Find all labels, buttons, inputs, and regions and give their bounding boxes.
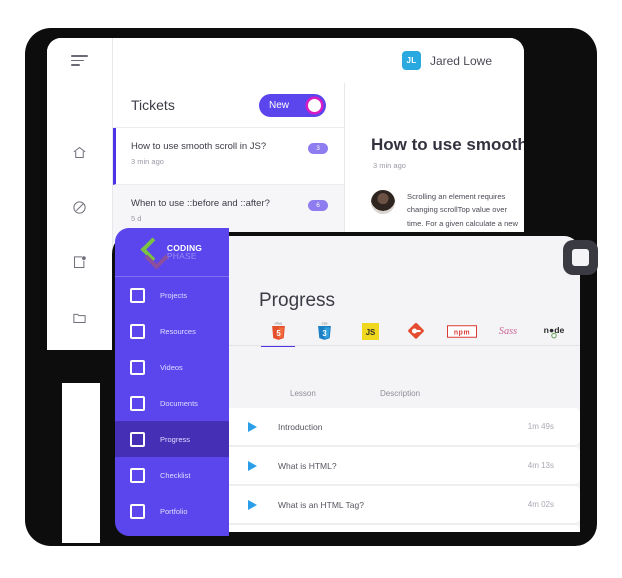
sidebar-item-label: Portfolio [160, 506, 188, 516]
svg-text:5: 5 [276, 329, 281, 338]
sidebar-item-notifications[interactable] [47, 235, 112, 290]
article-time: 3 min ago [373, 161, 406, 170]
lesson-description: What is HTML? [278, 460, 337, 471]
nodejs-icon: n●de [544, 325, 564, 339]
tab-javascript[interactable]: JS [347, 318, 393, 344]
lesson-description: What is an HTML Tag? [278, 499, 364, 510]
home-button-icon [572, 249, 589, 266]
html5-icon: HTML 5 [271, 322, 285, 340]
svg-text:HTML: HTML [274, 322, 282, 326]
progress-title: Progress [259, 290, 336, 311]
ticket-time: 5 d [131, 214, 142, 223]
list-item[interactable]: How to use smooth scroll in JS? 3 min ag… [113, 128, 344, 185]
svg-text:npm: npm [454, 329, 470, 336]
lesson-duration: 4m 13s [527, 461, 554, 470]
tab-npm[interactable]: npm [439, 318, 485, 344]
new-ticket-button[interactable]: New [259, 93, 326, 117]
sidebar-item-activity[interactable] [47, 180, 112, 235]
hamburger-icon [71, 52, 88, 69]
home-icon [73, 146, 86, 158]
clock-icon [73, 201, 86, 214]
play-icon[interactable] [248, 421, 257, 432]
play-icon[interactable] [248, 499, 257, 510]
screenshot-stage: JL Jared Lowe Tickets New How to use smo… [0, 0, 622, 578]
lesson-description: Introduction [278, 421, 323, 432]
sidebar-item-checklist[interactable]: Checklist [115, 457, 229, 493]
article-title: How to use smooth [371, 135, 524, 154]
checkbox-icon [130, 359, 145, 375]
folder-icon [73, 313, 86, 323]
sass-icon: Sass [499, 326, 517, 337]
checkbox-icon [130, 431, 145, 447]
sidebar-item-portfolio[interactable]: Portfolio [115, 493, 229, 529]
tab-sass[interactable]: Sass [485, 318, 531, 344]
svg-text:CSS: CSS [321, 322, 327, 326]
page-title: Tickets [131, 97, 175, 113]
device-camera [559, 43, 575, 59]
avatar: JL [401, 51, 421, 70]
play-icon[interactable] [248, 460, 257, 471]
tab-html5[interactable]: HTML 5 [255, 318, 301, 348]
ticket-time: 3 min ago [131, 157, 164, 166]
codingphase-logo-icon [140, 237, 169, 270]
checkbox-icon [130, 503, 145, 519]
column-header-lesson: Lesson [290, 389, 316, 398]
tab-css3[interactable]: CSS 3 [301, 318, 347, 344]
author-avatar [371, 190, 395, 214]
ticket-title: When to use ::before and ::after? [131, 198, 270, 209]
lesson-duration: 1m 49s [527, 422, 554, 431]
hamburger-menu-button[interactable] [47, 38, 113, 83]
user-name: Jared Lowe [429, 53, 492, 68]
background-strip [62, 383, 100, 543]
tech-tabs: HTML 5 CSS 3 JS npm Sass n●de [255, 318, 580, 348]
app-topbar: JL Jared Lowe [47, 38, 524, 84]
sidebar-item-label: Checklist [160, 470, 191, 480]
device-speaker [562, 38, 576, 40]
checkbox-icon [130, 395, 145, 411]
tickets-header: Tickets New [113, 83, 344, 128]
logo-word-2: PHASE [166, 251, 197, 261]
tab-nodejs[interactable]: n●de [531, 318, 577, 344]
sidebar-item-files[interactable] [47, 290, 112, 345]
user-chip[interactable]: JL Jared Lowe [401, 51, 492, 70]
javascript-icon: JS [361, 322, 379, 340]
sidebar-item-label: Progress [160, 434, 191, 444]
status-badge: 6 [308, 200, 328, 211]
svg-text:3: 3 [322, 329, 327, 338]
sidebar-item-home[interactable] [47, 125, 112, 180]
checkbox-icon [130, 287, 145, 303]
home-button[interactable] [563, 240, 598, 275]
npm-icon: npm [447, 324, 477, 338]
sidebar-item-label: Videos [160, 362, 183, 372]
sidebar-item-documents[interactable]: Documents [115, 385, 229, 421]
ticket-title: How to use smooth scroll in JS? [131, 141, 267, 152]
column-header-description: Description [380, 389, 421, 398]
sidebar-item-resources[interactable]: Resources [115, 313, 229, 349]
svg-text:JS: JS [365, 328, 375, 337]
status-badge: 3 [308, 143, 328, 154]
checkbox-icon [130, 467, 145, 483]
git-icon [408, 322, 424, 339]
svg-text:Sass: Sass [499, 326, 517, 337]
notification-icon [74, 256, 86, 268]
lesson-duration: 4m 02s [527, 500, 554, 509]
checkbox-icon [130, 323, 145, 339]
sidebar-item-videos[interactable]: Videos [115, 349, 229, 385]
css3-icon: CSS 3 [317, 322, 331, 340]
logo: CODING PHASE [115, 228, 229, 277]
nav-rail [47, 83, 113, 350]
sidebar-item-progress[interactable]: Progress [115, 421, 229, 457]
toggle-knob-icon [308, 98, 321, 112]
sidebar-item-label: Resources [160, 326, 196, 336]
new-ticket-label: New [269, 99, 290, 111]
sidebar-item-label: Documents [160, 398, 198, 408]
sidebar-item-projects[interactable]: Projects [115, 277, 229, 313]
sidebar-item-label: Projects [160, 290, 188, 300]
course-sidebar: CODING PHASE Projects Resources Videos D… [115, 228, 229, 536]
tab-git[interactable] [393, 318, 439, 344]
